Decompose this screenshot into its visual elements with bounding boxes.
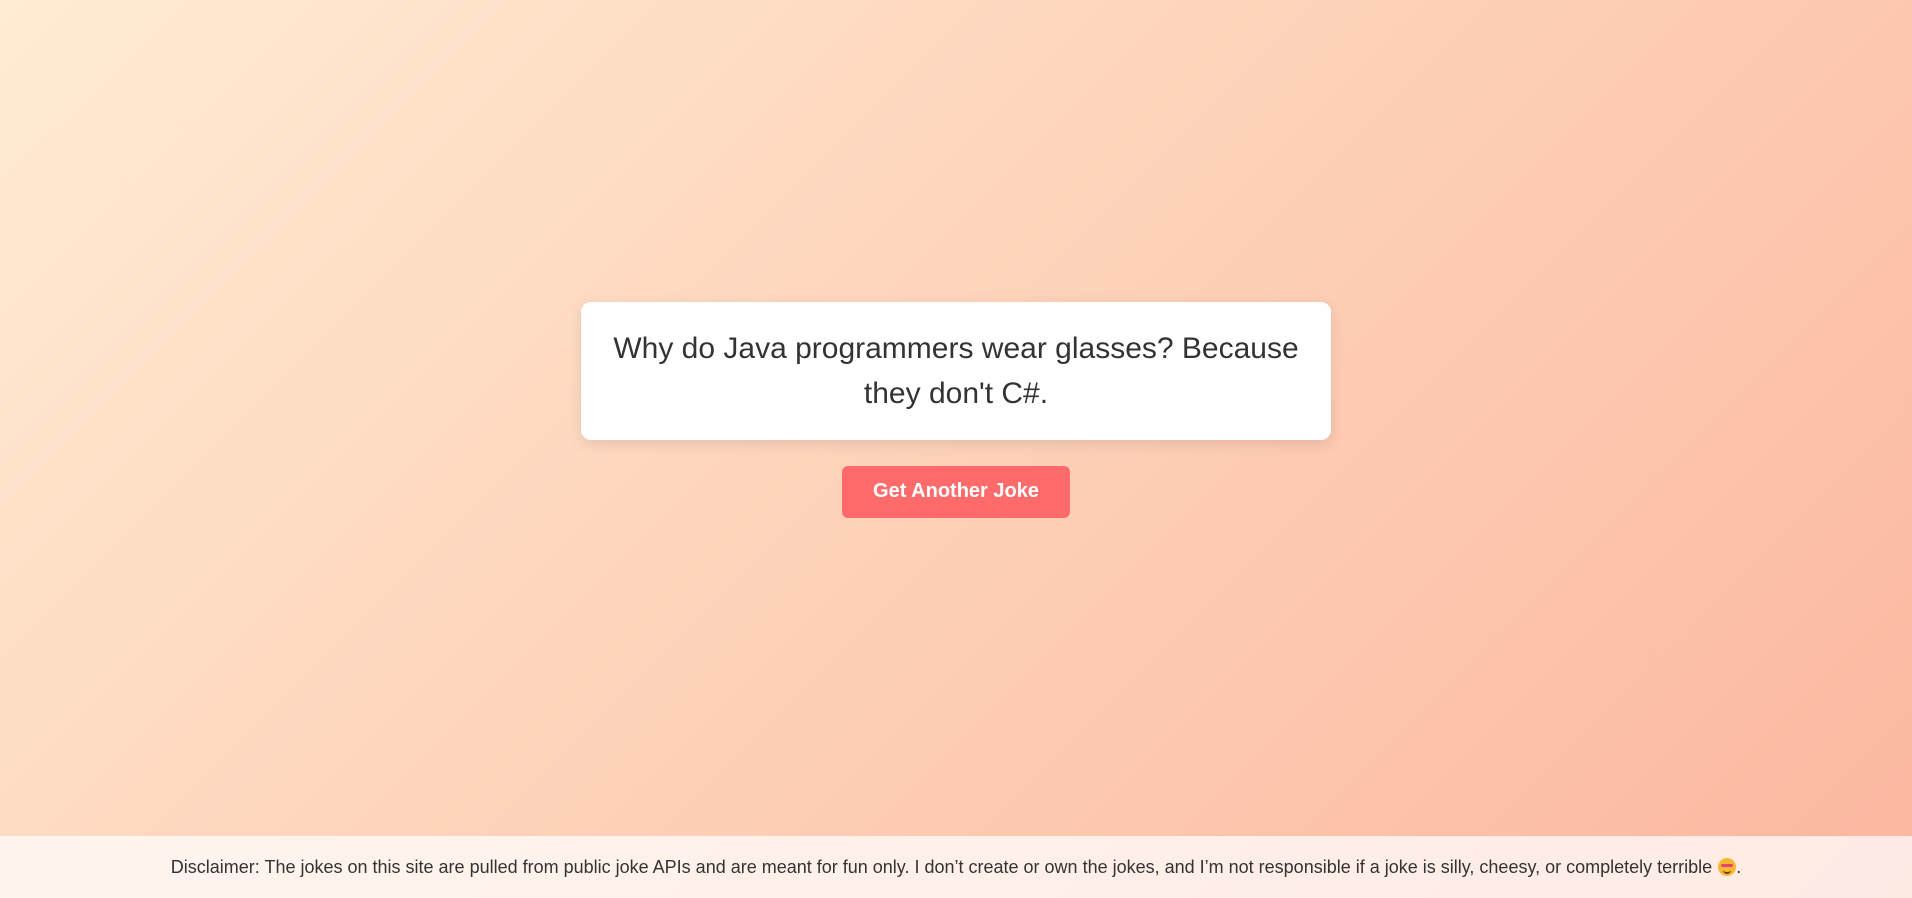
joke-card: Why do Java programmers wear glasses? Be…: [581, 301, 1331, 440]
get-another-joke-button[interactable]: Get Another Joke: [842, 465, 1070, 518]
disclaimer-text: Disclaimer: The jokes on this site are p…: [170, 856, 1713, 877]
main-content: Why do Java programmers wear glasses? Be…: [0, 0, 1912, 836]
disclaimer-footer: Disclaimer: The jokes on this site are p…: [0, 836, 1912, 898]
silly-face-emoji-icon: [1718, 858, 1737, 876]
joke-text: Why do Java programmers wear glasses? Be…: [613, 331, 1299, 410]
disclaimer-end-punctuation: .: [1736, 856, 1742, 877]
